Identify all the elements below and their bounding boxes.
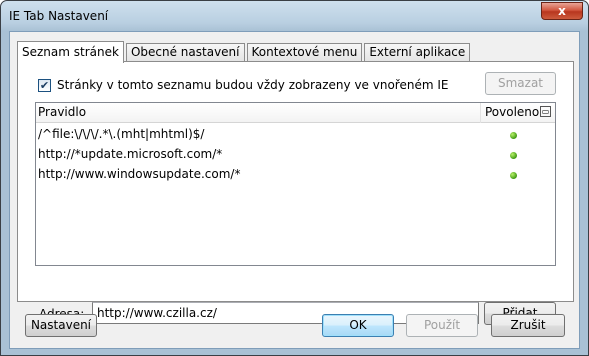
delete-button[interactable]: Smazat	[485, 72, 556, 95]
list-item[interactable]: http://www.windowsupdate.com/*	[36, 165, 555, 185]
column-header-rule[interactable]: Pravidlo	[38, 105, 86, 119]
ok-button[interactable]: OK	[322, 314, 394, 337]
settings-button[interactable]: Nastavení	[25, 314, 97, 337]
rule-pattern: http://*update.microsoft.com/*	[38, 147, 223, 161]
list-header: Pravidlo Povoleno ▭	[36, 103, 555, 123]
always-open-checkbox[interactable]: ✔	[38, 78, 51, 92]
list-item[interactable]: /^file:\/\/\/.*\.(mht|mhtml)$/	[36, 125, 555, 145]
enabled-indicator-icon[interactable]	[510, 172, 517, 179]
always-open-checkbox-row[interactable]: ✔ Stránky v tomto seznamu budou vždy zob…	[38, 78, 448, 92]
list-item[interactable]: http://*update.microsoft.com/*	[36, 145, 555, 165]
close-button[interactable]: x	[541, 2, 583, 20]
column-header-enabled[interactable]: Povoleno	[485, 105, 539, 119]
enabled-indicator-icon[interactable]	[510, 132, 517, 139]
always-open-label: Stránky v tomto seznamu budou vždy zobra…	[57, 78, 449, 92]
column-divider[interactable]	[480, 103, 481, 123]
tab-strip: Seznam stránek Obecné nastavení Kontexto…	[17, 40, 472, 63]
dialog-client-area: Seznam stránek Obecné nastavení Kontexto…	[9, 31, 580, 349]
window-title: IE Tab Nastavení	[9, 9, 109, 23]
enabled-indicator-icon[interactable]	[510, 152, 517, 159]
apply-button[interactable]: Použít	[406, 314, 478, 337]
tab-panel-site-list: ✔ Stránky v tomto seznamu budou vždy zob…	[17, 61, 574, 325]
site-list[interactable]: Pravidlo Povoleno ▭ /^file:\/\/\/.*\.(mh…	[35, 102, 556, 266]
tab-context-menu[interactable]: Kontextové menu	[246, 43, 363, 62]
close-icon: x	[558, 4, 566, 18]
cancel-button[interactable]: Zrušit	[491, 314, 565, 337]
rule-pattern: http://www.windowsupdate.com/*	[38, 167, 241, 181]
title-bar[interactable]: IE Tab Nastavení x	[1, 1, 588, 31]
tab-general-settings[interactable]: Obecné nastavení	[125, 43, 245, 62]
list-rows: /^file:\/\/\/.*\.(mht|mhtml)$/ http://*u…	[36, 125, 555, 185]
checkmark-icon: ✔	[39, 78, 50, 92]
dialog-window: IE Tab Nastavení x Seznam stránek Obecné…	[0, 0, 589, 356]
tab-external-apps[interactable]: Externí aplikace	[364, 43, 471, 62]
tab-site-list[interactable]: Seznam stránek	[17, 41, 124, 63]
column-picker-icon[interactable]: ▭	[540, 106, 551, 117]
rule-pattern: /^file:\/\/\/.*\.(mht|mhtml)$/	[38, 127, 205, 141]
